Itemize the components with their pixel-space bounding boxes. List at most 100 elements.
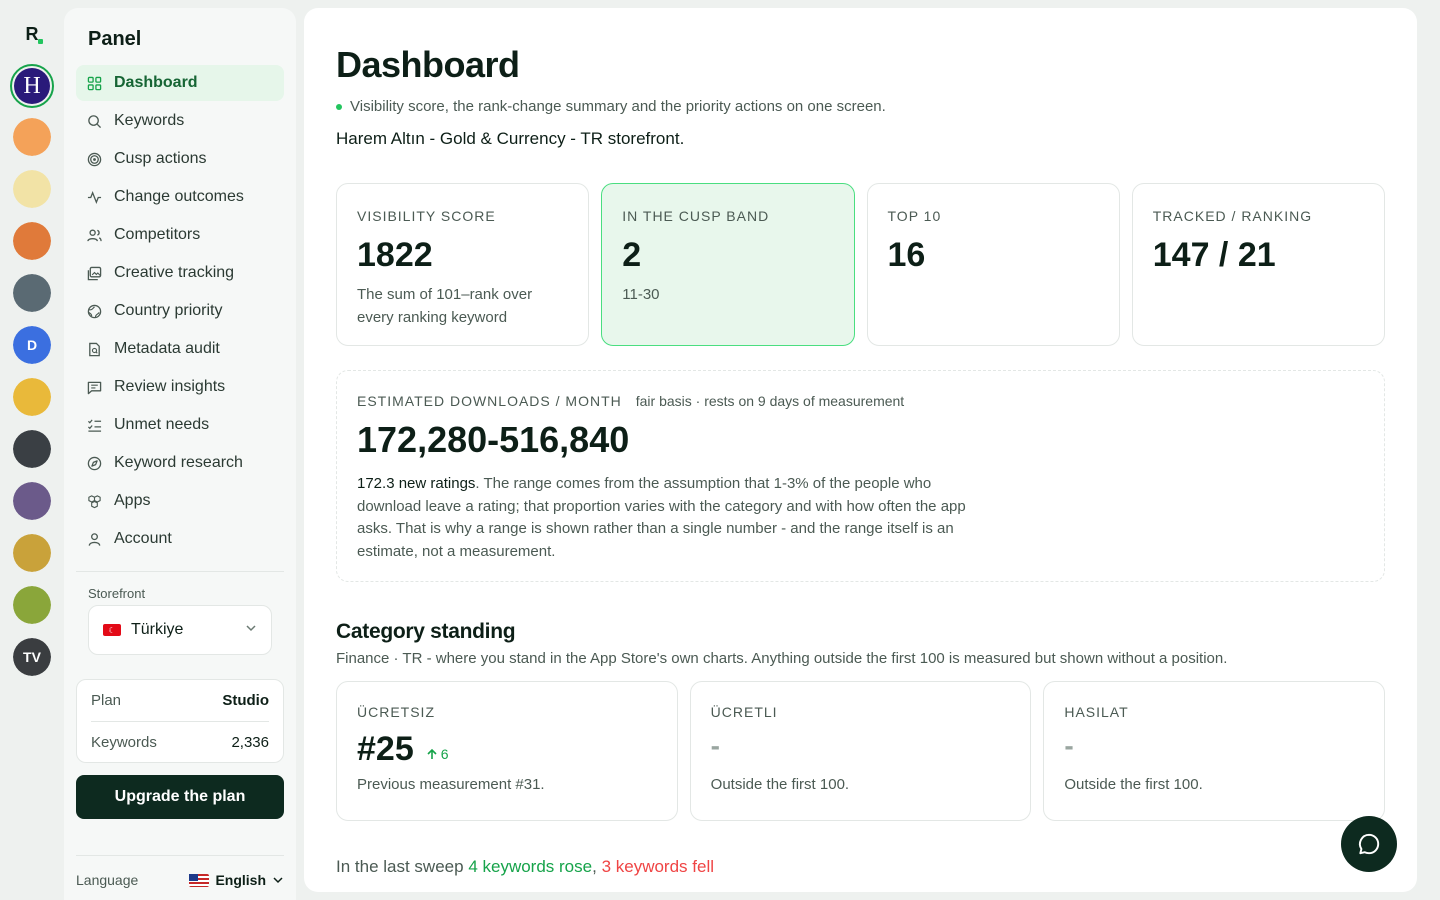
app-avatar bbox=[13, 586, 51, 624]
sidebar-item-account[interactable]: Account bbox=[76, 521, 284, 557]
stat-value: 1822 bbox=[357, 236, 433, 274]
upgrade-plan-button[interactable]: Upgrade the plan bbox=[76, 775, 284, 819]
sidebar-item-label: Account bbox=[114, 530, 172, 547]
app-icon-stocks-app[interactable] bbox=[13, 274, 51, 312]
brand-logo[interactable]: R bbox=[18, 20, 46, 48]
app-context: Harem Altın - Gold & Currency - TR store… bbox=[336, 129, 685, 148]
estimate-basis: fair basis · rests on 9 days of measurem… bbox=[635, 393, 905, 409]
sidebar-item-metadata-audit[interactable]: Metadata audit bbox=[76, 331, 284, 367]
app-icon-block-puzzle[interactable] bbox=[13, 222, 51, 260]
app-icon-tradingview[interactable]: TV bbox=[13, 638, 51, 676]
chevron-down-icon bbox=[245, 621, 257, 639]
language-value: English bbox=[215, 872, 266, 888]
app-icon-geometry-dash[interactable] bbox=[13, 378, 51, 416]
users-icon bbox=[86, 227, 102, 243]
target-icon bbox=[86, 151, 102, 167]
category-card-paid: ÜCRETLI - Outside the first 100. bbox=[689, 681, 1032, 821]
app-avatar bbox=[13, 378, 51, 416]
stat-value: 147 / 21 bbox=[1152, 236, 1276, 274]
file-search-icon bbox=[86, 341, 102, 357]
category-value-row: - bbox=[711, 730, 1011, 770]
app-icon-altin-app[interactable] bbox=[13, 170, 51, 208]
category-label: HASILAT bbox=[1064, 704, 1129, 720]
chevron-down-icon bbox=[273, 877, 283, 884]
keywords-quota-row: Keywords 2,336 bbox=[91, 721, 269, 762]
grid-icon bbox=[86, 75, 102, 91]
category-note: Outside the first 100. bbox=[1064, 776, 1203, 793]
app-icon-d-app[interactable]: D bbox=[13, 326, 51, 364]
category-card-free: ÜCRETSIZ #25 6 Previous measurement #31. bbox=[336, 681, 678, 821]
estimate-explanation: 172.3 new ratings. The range comes from … bbox=[357, 473, 997, 563]
app-icon-temple-run-2[interactable] bbox=[13, 586, 51, 624]
activity-icon bbox=[86, 189, 102, 205]
sidebar-item-label: Creative tracking bbox=[114, 264, 235, 281]
plan-row: Plan Studio bbox=[91, 680, 269, 721]
sidebar-divider bbox=[76, 571, 284, 572]
app-icon-harem-altin[interactable]: H bbox=[10, 64, 54, 108]
sidebar-title: Panel bbox=[88, 28, 142, 50]
sidebar-item-cusp-actions[interactable]: Cusp actions bbox=[76, 141, 284, 177]
user-icon bbox=[86, 531, 102, 547]
category-note: Previous measurement #31. bbox=[357, 776, 545, 793]
boxes-icon bbox=[86, 493, 102, 509]
estimate-value: 172,280-516,840 bbox=[357, 419, 630, 460]
keywords-fell-link[interactable]: 3 keywords fell bbox=[602, 857, 714, 876]
app-avatar-letter: H bbox=[23, 72, 41, 99]
stat-value: 2 bbox=[622, 236, 642, 274]
sidebar-divider-bottom bbox=[76, 855, 284, 856]
app-icon-investing[interactable] bbox=[13, 430, 51, 468]
sidebar-item-review-insights[interactable]: Review insights bbox=[76, 369, 284, 405]
category-note: Outside the first 100. bbox=[710, 776, 850, 793]
app-avatar bbox=[13, 222, 51, 260]
stat-visibility-score: VISIBILITY SCORE 1822 The sum of 101–ran… bbox=[336, 183, 590, 346]
sidebar-item-label: Apps bbox=[114, 492, 151, 509]
app-avatar-letter: TV bbox=[23, 649, 41, 665]
sidebar-item-dashboard[interactable]: Dashboard bbox=[76, 65, 284, 101]
page-subtitle-text: Visibility score, the rank-change summar… bbox=[350, 98, 886, 115]
plan-value: Studio bbox=[222, 692, 269, 709]
app-icon-subway-surfers[interactable] bbox=[13, 118, 51, 156]
sidebar-item-label: Unmet needs bbox=[114, 416, 210, 433]
category-rank: #25 bbox=[357, 730, 414, 768]
sidebar-item-apps[interactable]: Apps bbox=[76, 483, 284, 519]
plan-card: Plan Studio Keywords 2,336 bbox=[76, 679, 284, 763]
sidebar-item-change-outcomes[interactable]: Change outcomes bbox=[76, 179, 284, 215]
plan-label: Plan bbox=[91, 692, 122, 709]
sidebar-item-creative-tracking[interactable]: Creative tracking bbox=[76, 255, 284, 291]
category-title: Category standing bbox=[336, 620, 516, 643]
stat-note: 11-30 bbox=[622, 286, 660, 303]
sidebar-item-keywords[interactable]: Keywords bbox=[76, 103, 284, 139]
sidebar-item-keyword-research[interactable]: Keyword research bbox=[76, 445, 284, 481]
sidebar-item-competitors[interactable]: Competitors bbox=[76, 217, 284, 253]
category-label: ÜCRETLI bbox=[710, 704, 778, 720]
sidebar-item-country-priority[interactable]: Country priority bbox=[76, 293, 284, 329]
sidebar-item-label: Competitors bbox=[114, 226, 201, 243]
category-rank: - bbox=[1064, 730, 1074, 761]
sidebar-item-unmet-needs[interactable]: Unmet needs bbox=[76, 407, 284, 443]
language-row: Language English bbox=[76, 872, 284, 888]
rank-delta: 6 bbox=[426, 746, 449, 762]
category-rank: - bbox=[710, 730, 720, 761]
storefront-select[interactable]: ☾ Türkiye bbox=[88, 605, 272, 655]
status-dot-icon bbox=[336, 103, 342, 110]
search-icon bbox=[86, 113, 102, 129]
app-avatar bbox=[13, 482, 51, 520]
stat-cusp-band[interactable]: IN THE CUSP BAND 2 11-30 bbox=[601, 183, 855, 346]
message-icon bbox=[86, 379, 102, 395]
stat-tracked-ranking: TRACKED / RANKING 147 / 21 bbox=[1131, 183, 1385, 346]
estimate-header: ESTIMATED DOWNLOADS / MONTH fair basis ·… bbox=[357, 393, 1364, 409]
estimate-ratings: 172.3 new ratings bbox=[357, 475, 476, 492]
storefront-label: Storefront bbox=[88, 586, 146, 601]
keywords-rose-link[interactable]: 4 keywords rose bbox=[468, 857, 592, 876]
chat-bubble-icon bbox=[1358, 833, 1380, 855]
chat-button[interactable] bbox=[1341, 816, 1397, 872]
app-list: H D TV bbox=[10, 64, 54, 690]
app-avatar bbox=[13, 274, 51, 312]
keywords-quota-label: Keywords bbox=[91, 733, 157, 751]
page-subtitle: Visibility score, the rank-change summar… bbox=[336, 98, 1385, 115]
app-icon-game-avatar[interactable] bbox=[13, 482, 51, 520]
app-icon-temple-run[interactable] bbox=[13, 534, 51, 572]
globe-icon bbox=[86, 303, 102, 319]
language-select[interactable]: English bbox=[189, 872, 284, 888]
category-value-row: - bbox=[1064, 730, 1364, 770]
